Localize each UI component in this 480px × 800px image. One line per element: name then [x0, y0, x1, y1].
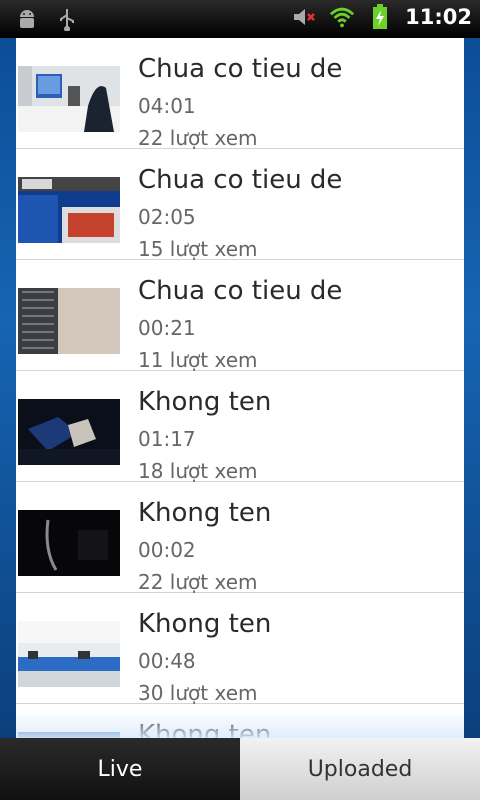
video-duration: 01:17 [138, 427, 196, 451]
video-thumbnail[interactable] [18, 288, 120, 354]
tab-live[interactable]: Live [0, 738, 240, 800]
video-thumbnail[interactable] [18, 66, 120, 132]
video-list[interactable]: Chua co tieu de 04:01 22 lượt xem Chua c… [16, 38, 464, 738]
video-title: Chua co tieu de [138, 54, 343, 84]
video-views: 11 lượt xem [138, 348, 258, 372]
list-item[interactable]: Khong ten 01:17 18 lượt xem [16, 371, 464, 483]
video-views: 30 lượt xem [138, 681, 258, 705]
video-duration: 00:21 [138, 316, 196, 340]
list-item[interactable]: Khong ten 00:48 30 lượt xem [16, 593, 464, 705]
list-item[interactable]: Chua co tieu de 02:05 15 lượt xem [16, 149, 464, 261]
video-thumbnail[interactable] [18, 399, 120, 465]
usb-icon [54, 6, 80, 32]
list-item[interactable]: Khong ten [16, 704, 464, 738]
video-title: Khong ten [138, 609, 272, 639]
video-thumbnail[interactable] [18, 177, 120, 243]
video-thumbnail[interactable] [18, 621, 120, 687]
video-views: 22 lượt xem [138, 570, 258, 594]
video-views: 22 lượt xem [138, 126, 258, 150]
video-title: Khong ten [138, 720, 272, 738]
clock: 11:02 [405, 5, 472, 29]
video-duration: 00:02 [138, 538, 196, 562]
video-views: 18 lượt xem [138, 459, 258, 483]
mute-icon [291, 4, 317, 30]
status-bar: 11:02 [0, 0, 480, 38]
tab-bar: Live Uploaded [0, 738, 480, 800]
video-title: Khong ten [138, 387, 272, 417]
video-duration: 02:05 [138, 205, 196, 229]
battery-charging-icon [367, 4, 393, 30]
wifi-icon [329, 4, 355, 30]
tab-uploaded[interactable]: Uploaded [240, 738, 480, 800]
video-title: Chua co tieu de [138, 276, 343, 306]
video-thumbnail[interactable] [18, 510, 120, 576]
android-debug-icon [14, 6, 40, 32]
video-title: Chua co tieu de [138, 165, 343, 195]
video-views: 15 lượt xem [138, 237, 258, 261]
list-item[interactable]: Khong ten 00:02 22 lượt xem [16, 482, 464, 594]
list-item[interactable]: Chua co tieu de 00:21 11 lượt xem [16, 260, 464, 372]
video-title: Khong ten [138, 498, 272, 528]
video-duration: 00:48 [138, 649, 196, 673]
list-item[interactable]: Chua co tieu de 04:01 22 lượt xem [16, 38, 464, 150]
video-duration: 04:01 [138, 94, 196, 118]
